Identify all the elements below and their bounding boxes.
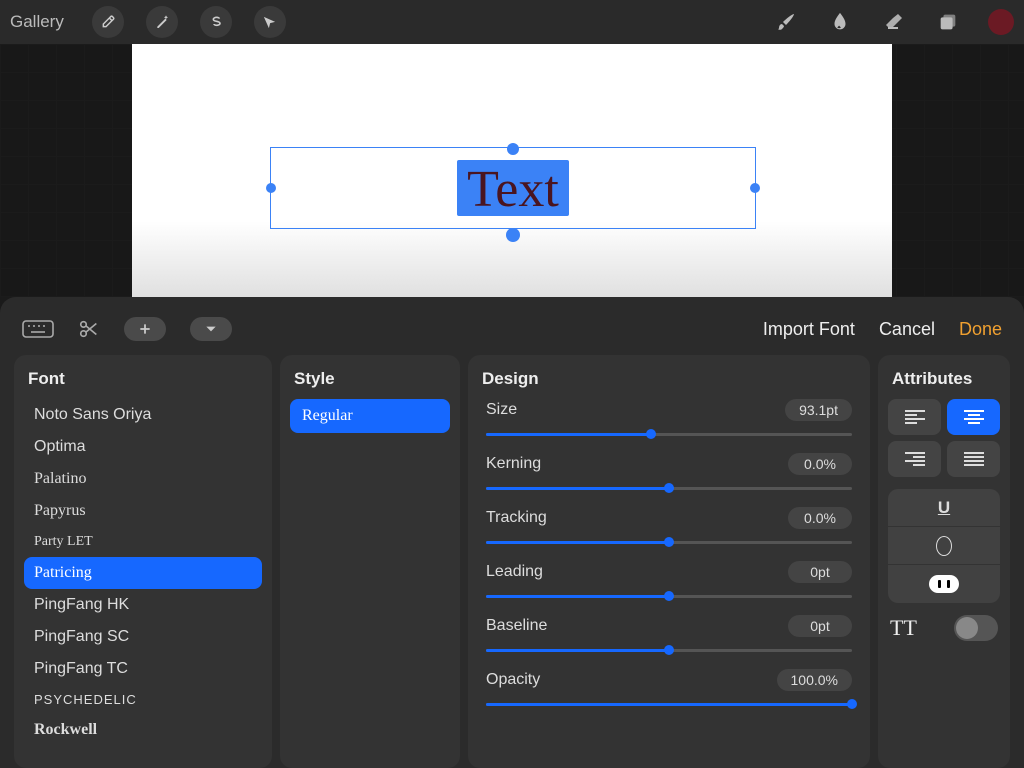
design-slider[interactable] (486, 481, 852, 495)
design-row: Kerning 0.0% (486, 453, 852, 495)
magic-wand-icon[interactable] (146, 6, 178, 38)
layers-icon[interactable] (934, 8, 962, 36)
panel-toolbar: Import Font Cancel Done (14, 309, 1010, 349)
font-item[interactable]: PingFang SC (24, 621, 262, 653)
canvas[interactable]: Text (132, 44, 892, 297)
attributes-column: Attributes U TT (878, 355, 1010, 768)
design-row: Baseline 0pt (486, 615, 852, 657)
design-slider[interactable] (486, 697, 852, 711)
design-title: Design (468, 369, 870, 399)
design-rows: Size 93.1pt Kerning 0.0% Tracking 0.0% L… (468, 399, 870, 711)
design-row: Tracking 0.0% (486, 507, 852, 549)
alignment-grid (888, 399, 1000, 477)
dropdown-pill-button[interactable] (190, 317, 232, 341)
top-right-tools (772, 8, 1014, 36)
style-title: Style (280, 369, 460, 399)
design-column: Design Size 93.1pt Kerning 0.0% Tracking… (468, 355, 870, 768)
color-swatch[interactable] (988, 9, 1014, 35)
eraser-icon[interactable] (880, 8, 908, 36)
design-slider[interactable] (486, 589, 852, 603)
font-list[interactable]: Noto Sans OriyaOptimaPalatinoPapyrusPart… (14, 399, 272, 754)
text-selection-box[interactable]: Text (270, 147, 756, 229)
text-decoration-stack: U (888, 489, 1000, 603)
design-label: Size (486, 401, 517, 419)
design-value[interactable]: 93.1pt (785, 399, 852, 421)
add-pill-button[interactable] (124, 317, 166, 341)
underline-button[interactable]: U (888, 489, 1000, 527)
handle-left[interactable] (266, 183, 276, 193)
handle-top[interactable] (507, 143, 519, 155)
select-s-icon[interactable] (200, 6, 232, 38)
font-item[interactable]: Rockwell (24, 714, 262, 746)
design-slider[interactable] (486, 643, 852, 657)
design-row: Size 93.1pt (486, 399, 852, 441)
align-right-button[interactable] (888, 441, 941, 477)
design-row: Opacity 100.0% (486, 669, 852, 711)
design-slider[interactable] (486, 535, 852, 549)
font-item[interactable]: Noto Sans Oriya (24, 399, 262, 431)
design-value[interactable]: 0pt (788, 561, 852, 583)
align-left-button[interactable] (888, 399, 941, 435)
style-item[interactable]: Regular (290, 399, 450, 433)
cancel-button[interactable]: Cancel (879, 319, 935, 340)
font-item[interactable]: PSYCHEDELIC (24, 685, 262, 714)
font-title: Font (14, 369, 272, 399)
outline-button[interactable] (888, 527, 1000, 565)
style-column: Style Regular (280, 355, 460, 768)
keyboard-icon[interactable] (22, 318, 54, 340)
font-item[interactable]: Optima (24, 431, 262, 463)
wrench-icon[interactable] (92, 6, 124, 38)
move-arrow-icon[interactable] (254, 6, 286, 38)
gallery-button[interactable]: Gallery (10, 12, 64, 32)
done-button[interactable]: Done (959, 319, 1002, 340)
design-value[interactable]: 0.0% (788, 507, 852, 529)
align-center-button[interactable] (947, 399, 1000, 435)
align-justify-button[interactable] (947, 441, 1000, 477)
top-toolbar: Gallery (0, 0, 1024, 44)
design-slider[interactable] (486, 427, 852, 441)
canvas-area: Text (0, 44, 1024, 297)
brush-icon[interactable] (772, 8, 800, 36)
font-item[interactable]: Palatino (24, 463, 262, 495)
caps-row: TT (888, 615, 1000, 641)
style-list[interactable]: Regular (280, 399, 460, 433)
font-item[interactable]: PingFang TC (24, 653, 262, 685)
text-highlight: Text (457, 160, 569, 216)
import-font-button[interactable]: Import Font (763, 319, 855, 340)
strikethrough-button[interactable] (888, 565, 1000, 603)
design-value[interactable]: 100.0% (777, 669, 852, 691)
design-label: Baseline (486, 617, 547, 635)
handle-right[interactable] (750, 183, 760, 193)
design-row: Leading 0pt (486, 561, 852, 603)
font-item[interactable]: Patricing (24, 557, 262, 589)
design-label: Kerning (486, 455, 541, 473)
caps-label: TT (890, 615, 917, 641)
font-column: Font Noto Sans OriyaOptimaPalatinoPapyru… (14, 355, 272, 768)
design-label: Leading (486, 563, 543, 581)
design-label: Tracking (486, 509, 547, 527)
smudge-icon[interactable] (826, 8, 854, 36)
design-value[interactable]: 0.0% (788, 453, 852, 475)
attributes-title: Attributes (878, 369, 1010, 399)
handle-rotate[interactable] (506, 228, 520, 242)
font-item[interactable]: Party LET (24, 527, 262, 557)
design-label: Opacity (486, 671, 540, 689)
scissors-icon[interactable] (78, 318, 100, 340)
font-item[interactable]: PingFang HK (24, 589, 262, 621)
canvas-text[interactable]: Text (467, 161, 559, 218)
font-item[interactable]: Papyrus (24, 495, 262, 527)
design-value[interactable]: 0pt (788, 615, 852, 637)
caps-toggle[interactable] (954, 615, 998, 641)
text-edit-panel: Import Font Cancel Done Font Noto Sans O… (0, 297, 1024, 768)
